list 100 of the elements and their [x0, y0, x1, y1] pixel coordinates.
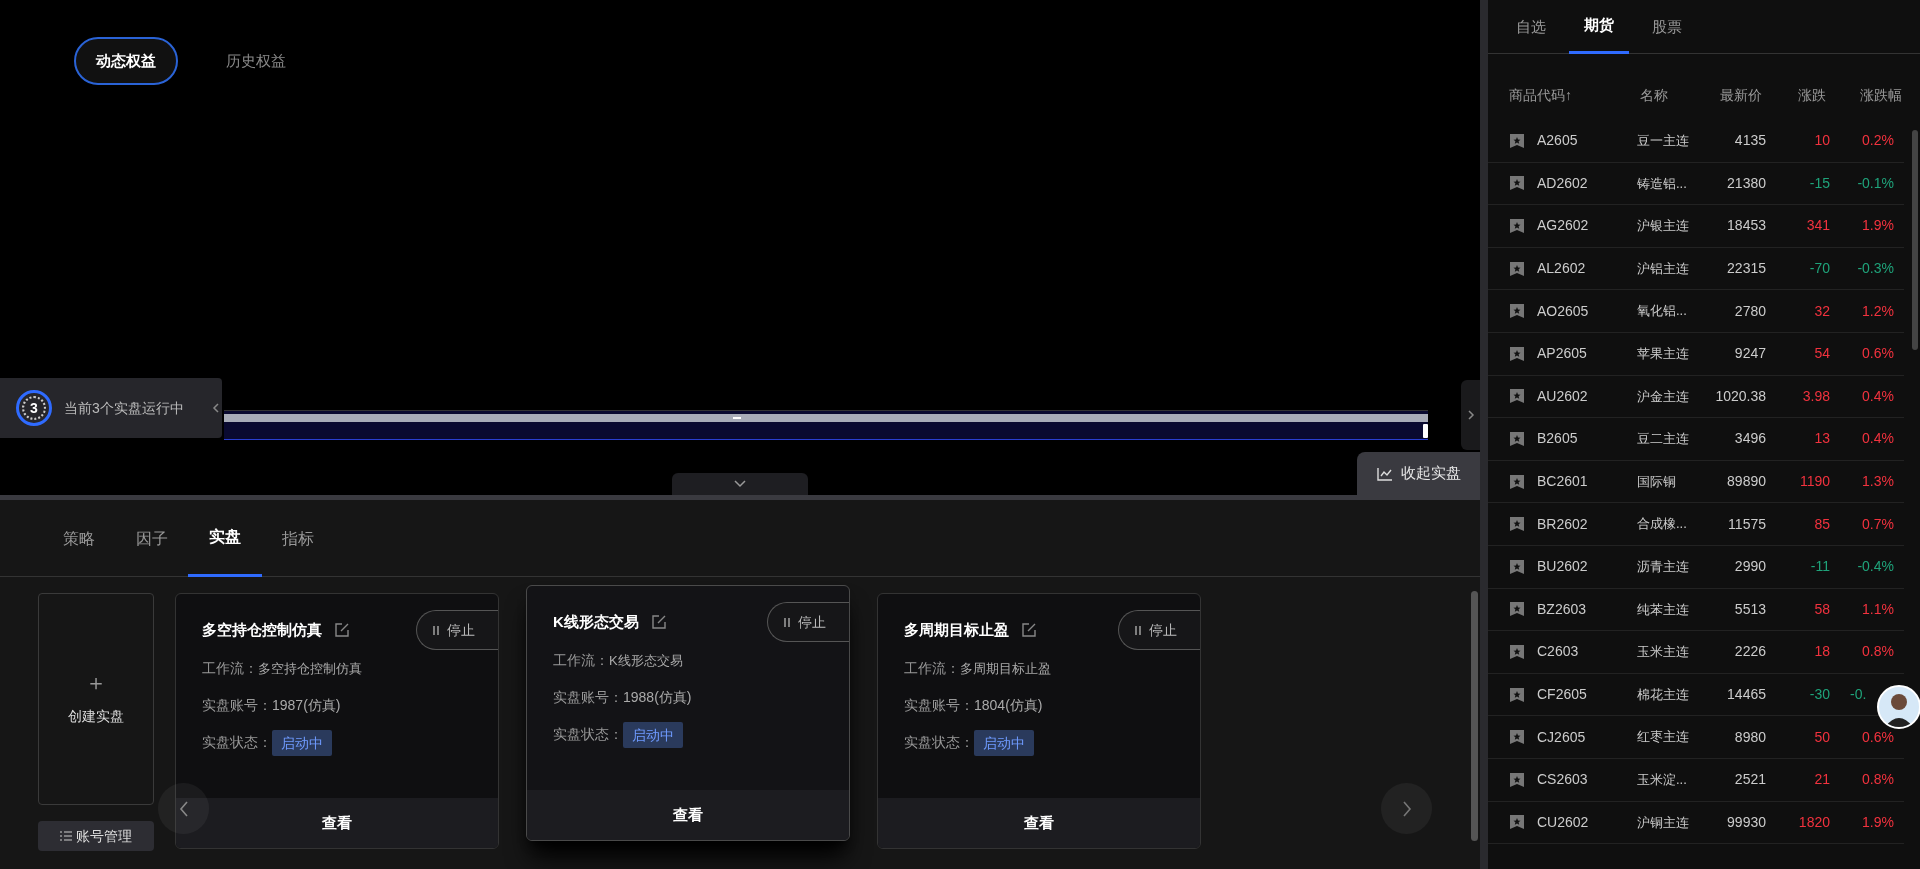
table-cell-text: 3.98	[1801, 386, 1830, 406]
range-slider[interactable]	[224, 410, 1428, 440]
field-value: K线形态交易	[609, 651, 683, 670]
table-cell-text: BC2601	[1537, 472, 1589, 492]
section-tab[interactable]: 因子	[136, 500, 168, 577]
bookmark-star-icon[interactable]	[1509, 218, 1525, 234]
table-cell-text: 0.8%	[1861, 642, 1894, 662]
bookmark-star-icon[interactable]	[1509, 771, 1525, 788]
column-header[interactable]: 最新价	[1699, 84, 1766, 106]
plus-icon: ＋	[85, 671, 107, 694]
running-indicator[interactable]: 3 当前3个实盘运行中	[0, 378, 222, 438]
chevron-right-icon	[1401, 799, 1412, 818]
table-cell-text: 纯苯主连	[1637, 600, 1690, 619]
market-tab[interactable]: 期货	[1569, 0, 1629, 54]
section-tab[interactable]: 策略	[63, 500, 95, 577]
status-badge: 启动中	[623, 721, 683, 748]
view-button[interactable]: 查看	[878, 798, 1200, 848]
column-header[interactable]: 商品代码↑	[1509, 84, 1637, 106]
bookmark-star-icon[interactable]	[1509, 729, 1525, 746]
edit-icon[interactable]	[1021, 622, 1037, 638]
bookmark-star-icon[interactable]	[1509, 132, 1525, 149]
bookmark-star-icon[interactable]	[1509, 643, 1525, 660]
column-header[interactable]: 涨跌幅	[1830, 84, 1902, 106]
chevron-down-icon	[733, 480, 747, 488]
table-cell-text: CF2605	[1537, 685, 1588, 704]
assistant-avatar[interactable]	[1877, 685, 1920, 729]
table-cell-text: -30	[1808, 685, 1830, 704]
view-button[interactable]: 查看	[527, 790, 849, 840]
card-title: 多周期目标止盈	[904, 619, 1009, 640]
bookmark-star-icon[interactable]	[1509, 175, 1525, 192]
bookmark-star-icon[interactable]	[1509, 516, 1525, 533]
table-cell-text: 2780	[1733, 301, 1766, 321]
table-cell-text: 合成橡...	[1637, 515, 1688, 534]
bookmark-star-icon[interactable]	[1509, 260, 1525, 277]
status-badge: 启动中	[272, 729, 332, 756]
collapse-live-button[interactable]: 收起实盘	[1357, 452, 1480, 495]
scrollbar[interactable]	[1912, 130, 1918, 350]
table-cell-text: 85	[1813, 514, 1830, 534]
table-cell-text: CS2603	[1537, 770, 1589, 790]
view-button[interactable]: 查看	[176, 798, 498, 848]
column-header[interactable]: 涨跌	[1766, 84, 1830, 106]
slider-handle[interactable]	[1423, 424, 1428, 438]
table-cell-text: A2605	[1537, 131, 1579, 151]
table-cell-text: 豆一主连	[1637, 132, 1690, 151]
bookmark-star-icon[interactable]	[1509, 430, 1525, 447]
table-cell-text: AL2602	[1537, 259, 1587, 279]
section-tab[interactable]: 实盘	[188, 500, 262, 577]
table-cell-text: 4135	[1733, 131, 1766, 151]
market-tab[interactable]: 自选	[1516, 0, 1546, 54]
table-cell-text: 1.3%	[1861, 472, 1894, 492]
bookmark-star-icon[interactable]	[1509, 558, 1525, 575]
bookmark-star-icon[interactable]	[1509, 686, 1525, 703]
table-cell-text: 1.2%	[1861, 301, 1894, 321]
table-cell-text: 沪铜主连	[1637, 813, 1690, 832]
chevron-left-icon	[178, 799, 189, 818]
table-cell-text: CU2602	[1537, 812, 1590, 832]
table-cell-text: 1190	[1798, 472, 1830, 492]
table-cell-text: 89890	[1726, 472, 1766, 492]
table-cell-text: 0.2%	[1861, 131, 1894, 151]
table-cell-text: C2603	[1537, 642, 1580, 662]
edit-icon[interactable]	[650, 614, 667, 630]
account-manage-button[interactable]: 账号管理	[38, 821, 154, 851]
bookmark-star-icon[interactable]	[1509, 345, 1525, 362]
table-cell-text: 9247	[1733, 344, 1766, 364]
table-cell-text: 2226	[1733, 642, 1766, 662]
section-tab[interactable]: 指标	[282, 500, 314, 577]
field-label: 工作流：	[202, 659, 258, 678]
scrollbar[interactable]	[1471, 591, 1478, 841]
bookmark-star-icon[interactable]	[1509, 814, 1525, 831]
bookmark-star-icon[interactable]	[1509, 601, 1525, 618]
table-cell-text: 14465	[1726, 685, 1766, 704]
table-cell-text: 5513	[1733, 599, 1766, 619]
bookmark-star-icon[interactable]	[1509, 303, 1525, 320]
field-label: 实盘账号：	[904, 696, 974, 715]
field-label: 实盘账号：	[553, 688, 623, 707]
table-cell-text: 沪金主连	[1637, 387, 1690, 406]
stop-button[interactable]: 停止	[1118, 610, 1200, 650]
table-cell-text: 铸造铝...	[1637, 174, 1688, 193]
bookmark-star-icon[interactable]	[1509, 388, 1525, 405]
table-cell-text: AP2605	[1537, 344, 1588, 364]
table-cell-text: 1.9%	[1861, 216, 1894, 236]
stop-button[interactable]: 停止	[416, 610, 498, 650]
market-tab[interactable]: 股票	[1652, 0, 1682, 54]
stop-button[interactable]: 停止	[767, 602, 849, 642]
equity-tab[interactable]: 历史权益	[206, 37, 306, 85]
table-cell-text: 玉米主连	[1637, 643, 1690, 662]
edit-icon[interactable]	[334, 622, 350, 638]
table-cell-text: -15	[1808, 173, 1830, 193]
equity-tab[interactable]: 动态权益	[74, 37, 178, 85]
field-value: 1987(仿真)	[272, 696, 341, 715]
bookmark-star-icon[interactable]	[1509, 473, 1525, 490]
table-cell-text: 氧化铝...	[1637, 302, 1688, 321]
table-cell-text: 0.4%	[1861, 386, 1894, 406]
line-chart-icon	[1376, 466, 1393, 481]
field-value: 多空持仓控制仿真	[258, 659, 362, 678]
field-label: 实盘状态：	[553, 725, 623, 744]
create-live-card[interactable]: ＋ 创建实盘	[38, 593, 154, 805]
table-cell-text: 国际铜	[1637, 472, 1677, 491]
chevron-left-icon[interactable]	[212, 402, 220, 414]
column-header[interactable]: 名称	[1637, 84, 1699, 106]
